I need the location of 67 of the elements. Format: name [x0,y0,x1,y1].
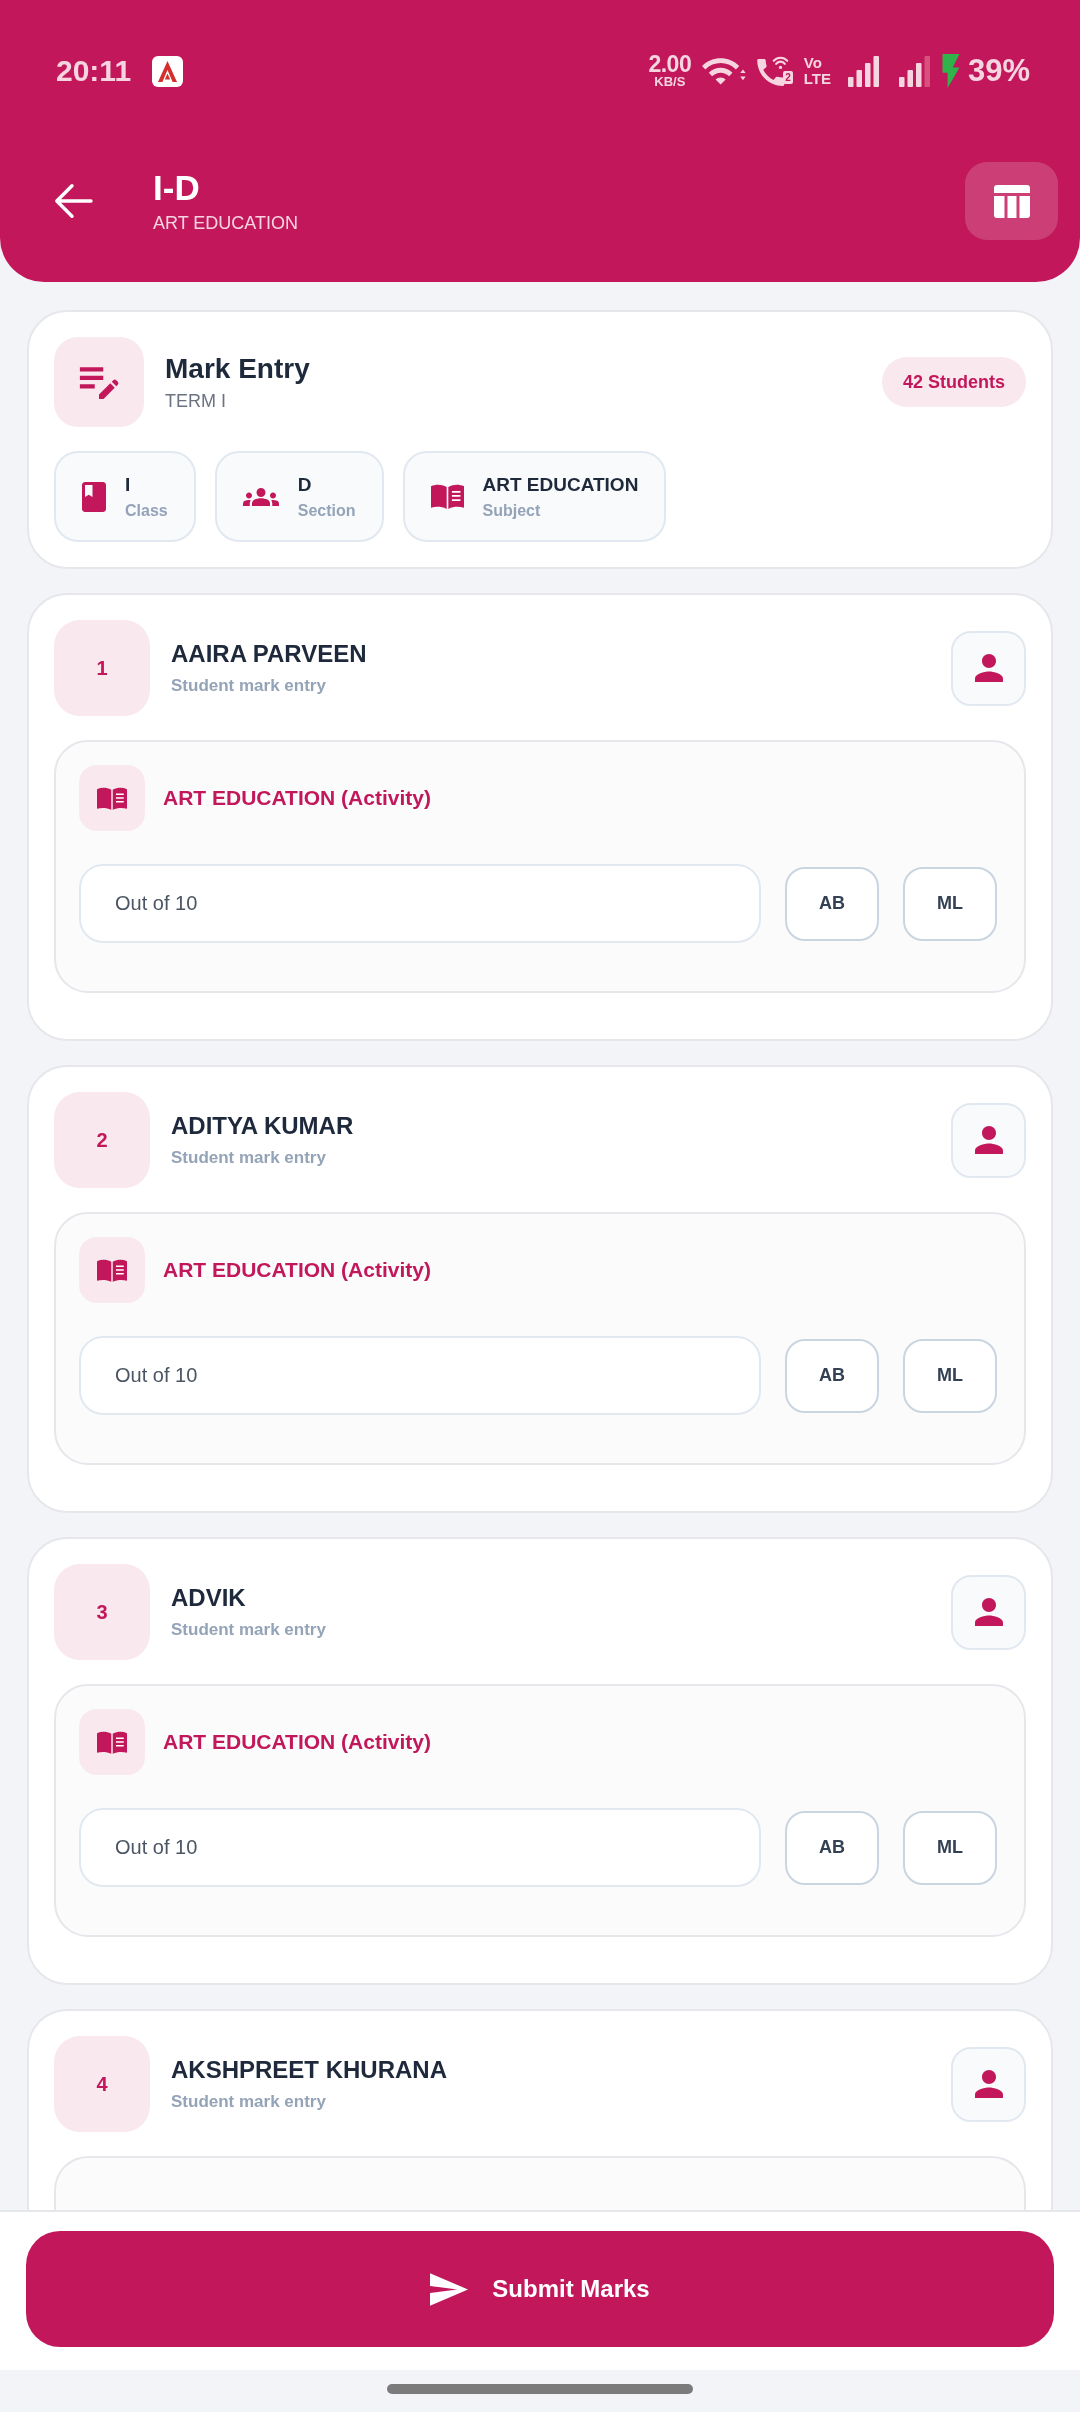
student-number: 3 [54,1564,150,1660]
subject-name: ART EDUCATION (Activity) [163,786,431,810]
student-name: AKSHPREET KHURANA [171,2055,447,2085]
page-subtitle: ART EDUCATION [153,212,299,234]
profile-button[interactable] [951,1102,1026,1178]
student-subtitle: Student mark entry [171,1147,327,1169]
table-icon [993,184,1030,218]
student-subtitle: Student mark entry [171,1619,326,1641]
app-logo-icon [152,55,184,87]
speed-unit: KB/S [654,74,686,89]
charging-icon [941,54,960,88]
student-subtitle: Student mark entry [171,2091,327,2113]
student-name: ADITYA KUMAR [171,1111,354,1141]
profile-button[interactable] [951,1574,1026,1650]
mark-input-field[interactable]: Out of 10 [79,864,761,943]
student-number: 4 [54,2036,150,2132]
mark-input-field[interactable]: Out of 10 [79,1336,761,1415]
mark-code-button[interactable]: ML [903,1810,997,1885]
student-subtitle: Student mark entry [171,675,327,697]
mark-input-field[interactable]: Out of 10 [79,1808,761,1887]
person-icon [974,654,1003,682]
volte-label: LTE [803,71,831,87]
battery-level: 39% [967,54,1030,88]
chip-label: Class [125,500,168,520]
wifi-calling-icon [757,56,790,86]
profile-button[interactable] [951,2046,1026,2122]
person-icon [974,1126,1003,1154]
signal-icon [847,55,880,87]
clock: 20:11 [56,54,132,88]
mark-code-button[interactable]: ML [903,1338,997,1413]
mark-entry-title: Mark Entry [165,352,310,386]
sim-badge: 2 [783,71,793,84]
submit-button[interactable]: Submit Marks [26,2231,1054,2347]
network-speed: 2.00 [648,53,692,75]
student-name: ADVIK [171,1583,247,1613]
volte-label: Vo [803,55,822,71]
mark-code-button[interactable]: AB [785,1338,879,1413]
send-icon [430,2272,469,2306]
chip-label: Subject [482,500,542,520]
mark-code-button[interactable]: AB [785,1810,879,1885]
subject-name: ART EDUCATION (Activity) [163,1730,431,1754]
book-icon [82,481,106,512]
chip-label: Section [297,500,356,520]
person-icon [974,1598,1003,1626]
open-book-icon [79,765,145,831]
student-number: 1 [54,620,150,716]
open-book-icon [79,1237,145,1303]
chip-value: D [297,473,313,496]
open-book-icon [430,484,464,509]
subject-name: ART EDUCATION (Activity) [163,1258,431,1282]
student-name: AAIRA PARVEEN [171,639,367,669]
page-title: I-D [153,168,201,208]
mark-code-button[interactable]: AB [785,866,879,941]
person-icon [974,2070,1003,2098]
profile-button[interactable] [951,630,1026,706]
mark-code-button[interactable]: ML [903,866,997,941]
student-count-badge: 42 Students [881,357,1026,407]
edit-note-icon [54,337,144,427]
wifi-icon [702,57,747,85]
table-view-button[interactable] [965,162,1058,240]
open-book-icon [79,1709,145,1775]
signal-icon [898,55,931,87]
student-number: 2 [54,1092,150,1188]
people-group-icon [242,487,279,506]
chip-value: ART EDUCATION [482,473,639,496]
chip-value: I [125,473,132,496]
term-label: TERM I [165,390,227,412]
